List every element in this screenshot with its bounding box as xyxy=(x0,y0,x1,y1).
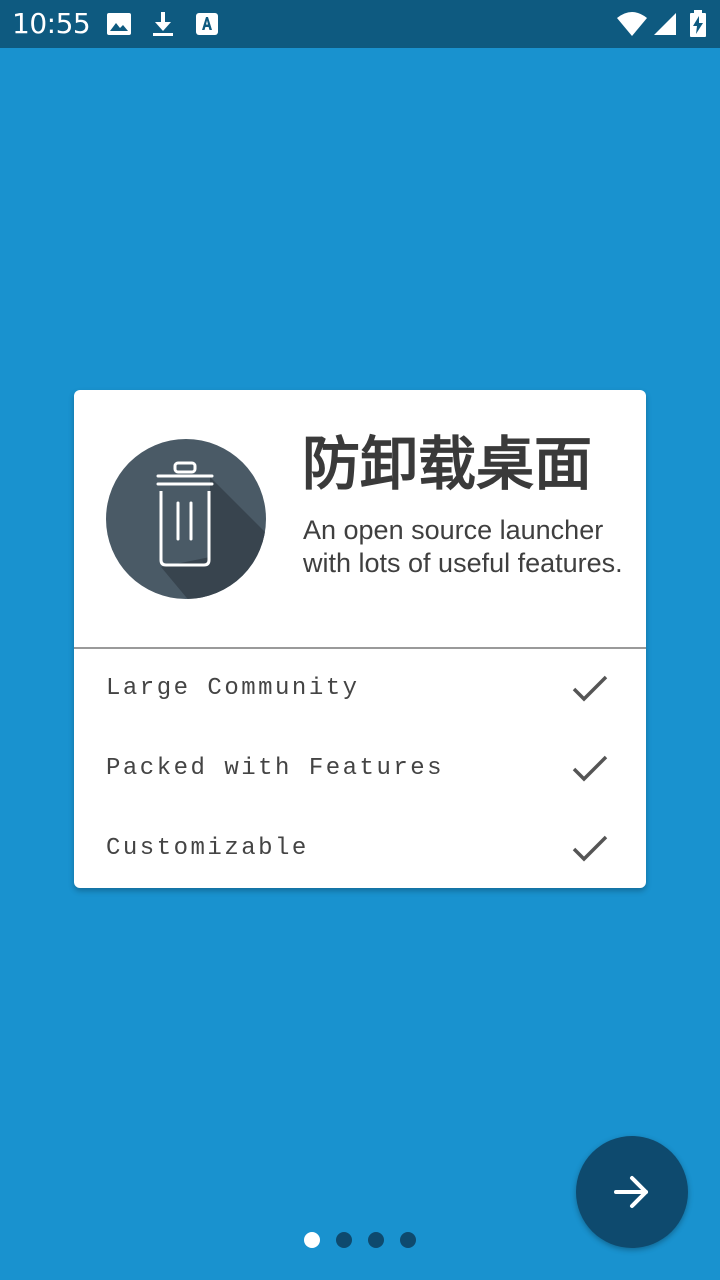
page-indicator xyxy=(304,1232,416,1248)
page-dot-1[interactable] xyxy=(304,1232,320,1248)
app-description: An open source launcher with lots of use… xyxy=(303,515,623,578)
font-icon xyxy=(194,10,220,38)
feature-item-packed-with-features: Packed with Features xyxy=(74,729,646,809)
feature-list: Large Community Packed with Features Cus… xyxy=(74,649,646,888)
feature-item-customizable: Customizable xyxy=(74,809,646,888)
feature-label: Packed with Features xyxy=(106,755,445,782)
status-time: 10:55 xyxy=(12,7,91,40)
battery-icon xyxy=(688,10,708,38)
feature-item-large-community: Large Community xyxy=(74,649,646,729)
page-dot-3[interactable] xyxy=(368,1232,384,1248)
trash-can-icon xyxy=(106,439,266,599)
page-dot-4[interactable] xyxy=(400,1232,416,1248)
checkmark-icon xyxy=(570,671,610,707)
intro-card: 防卸载桌面 An open source launcher with lots … xyxy=(74,390,646,888)
arrow-right-icon xyxy=(614,1176,648,1208)
signal-icon xyxy=(652,10,678,38)
page-dot-2[interactable] xyxy=(336,1232,352,1248)
status-bar: 10:55 xyxy=(0,0,720,48)
wifi-icon xyxy=(616,10,648,38)
checkmark-icon xyxy=(570,751,610,787)
app-name: 防卸载桌面 xyxy=(302,430,593,498)
next-button[interactable] xyxy=(576,1136,688,1248)
feature-label: Customizable xyxy=(106,835,309,862)
checkmark-icon xyxy=(570,831,610,867)
card-header: 防卸载桌面 An open source launcher with lots … xyxy=(74,390,646,648)
download-icon xyxy=(150,10,176,38)
feature-label: Large Community xyxy=(106,675,360,702)
image-icon xyxy=(106,10,132,38)
